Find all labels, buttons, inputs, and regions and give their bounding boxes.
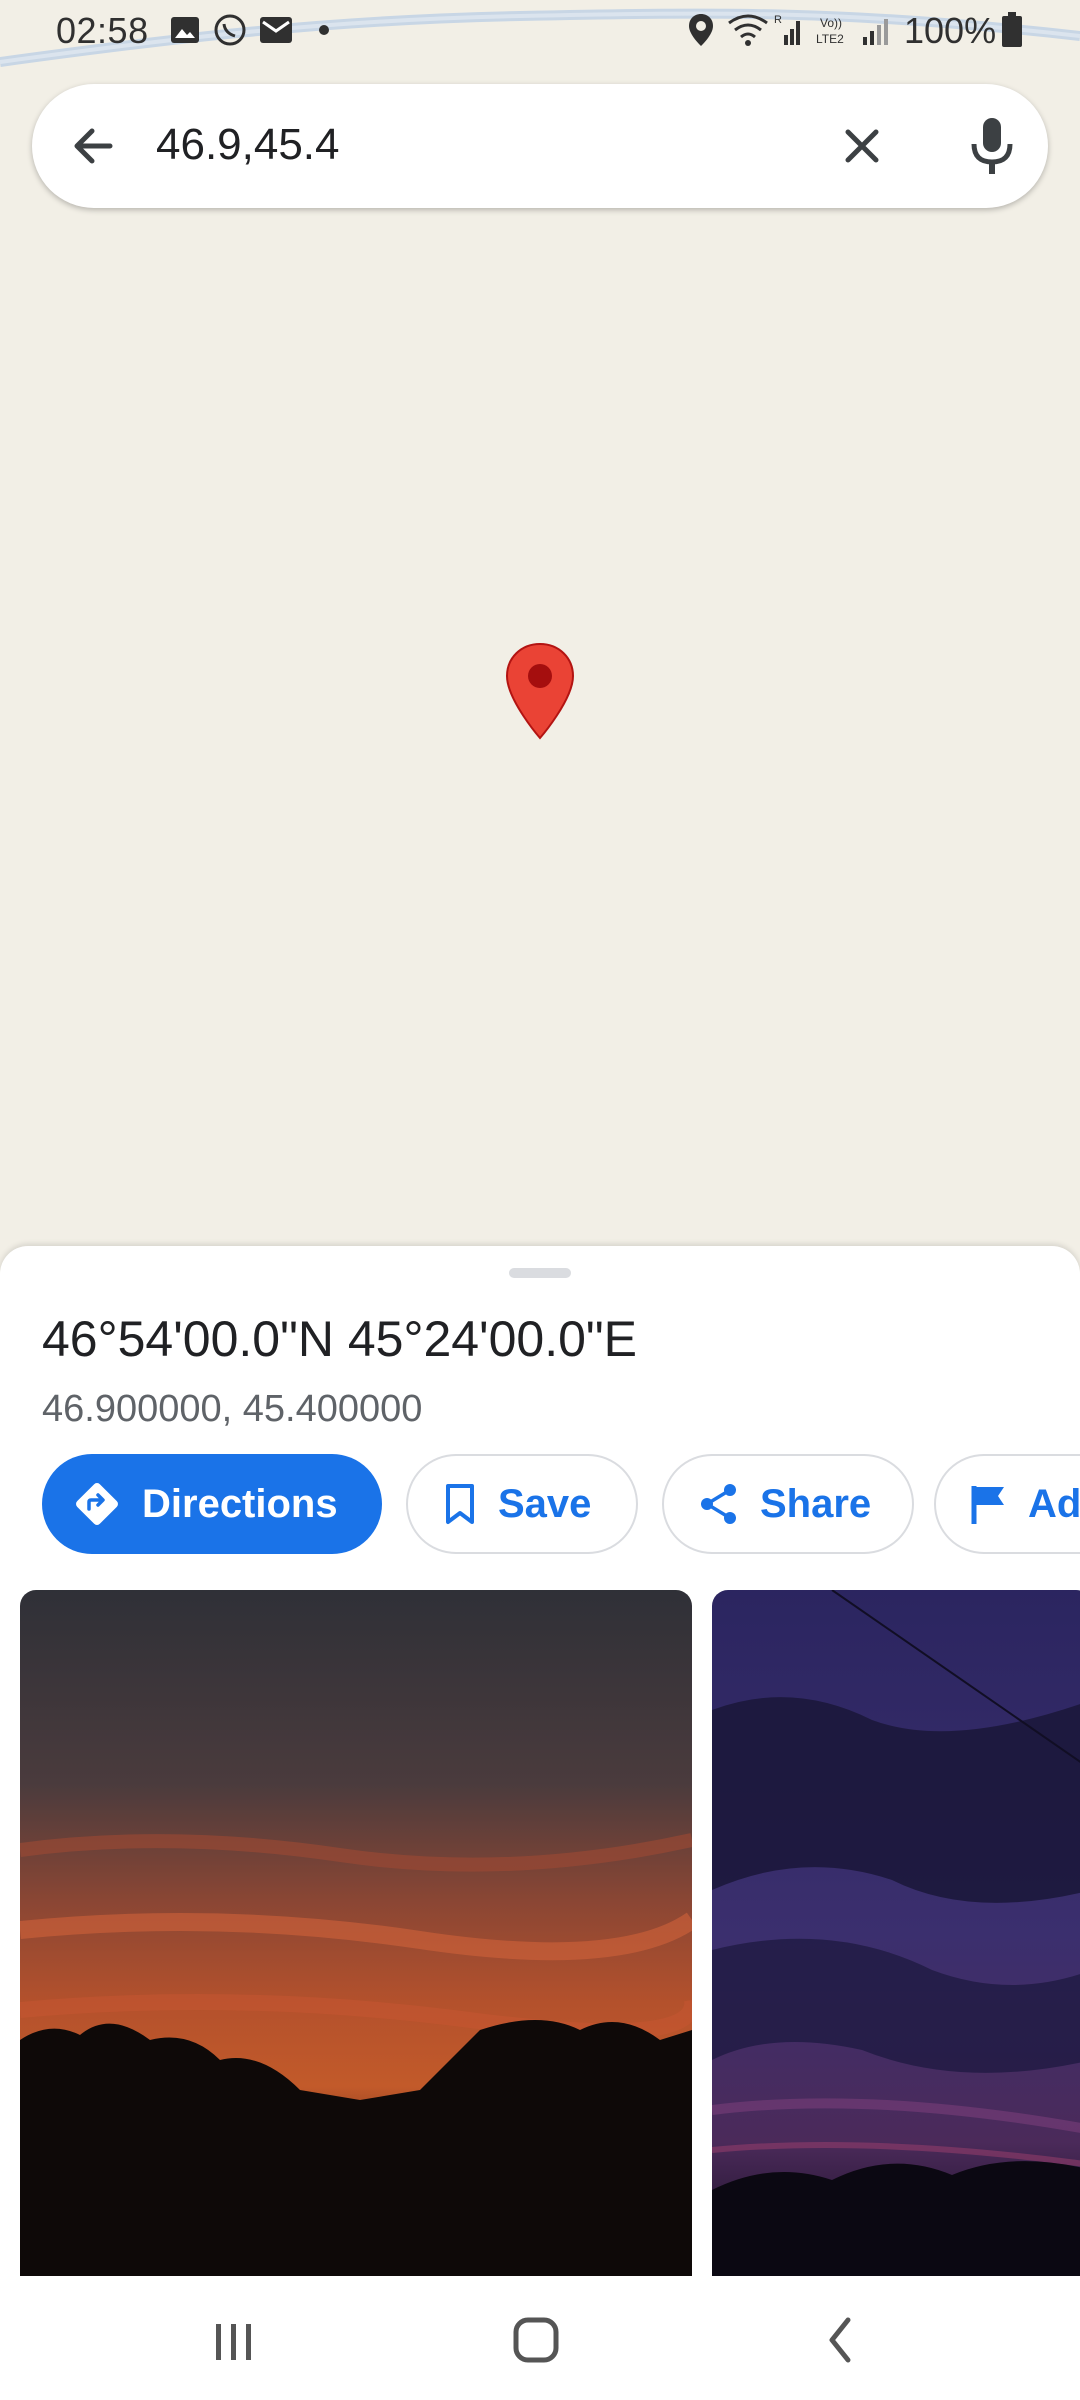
night-sky-photo[interactable]: [712, 1590, 1080, 2276]
place-sheet[interactable]: 46°54'00.0"N 45°24'00.0"E 46.900000, 45.…: [0, 1246, 1080, 2276]
photo-carousel[interactable]: [0, 1590, 1080, 2276]
signal-icon: R: [774, 12, 804, 48]
battery-icon: [1000, 12, 1024, 48]
system-nav-bar: [0, 2276, 1080, 2400]
gallery-icon: [168, 12, 202, 48]
volte-lte2-icon: Vo)) LTE2: [816, 12, 856, 48]
location-icon: [686, 12, 716, 48]
wifi-icon: [726, 12, 770, 48]
directions-icon: [76, 1483, 118, 1525]
svg-text:Vo)): Vo)): [820, 16, 842, 30]
whatsapp-icon: [212, 12, 248, 48]
mail-icon: [258, 12, 294, 48]
save-label: Save: [498, 1481, 592, 1526]
nav-back-icon[interactable]: [800, 2306, 880, 2370]
save-button[interactable]: Save: [406, 1454, 638, 1554]
status-bar: 02:58 R Vo)) LTE2 100%: [0, 0, 1080, 62]
svg-text:LTE2: LTE2: [816, 32, 844, 46]
flag-icon: [971, 1486, 1004, 1524]
share-label: Share: [760, 1481, 872, 1526]
directions-button[interactable]: Directions: [42, 1454, 382, 1554]
sunset-photo[interactable]: [20, 1590, 692, 2276]
close-icon[interactable]: [834, 118, 890, 174]
bookmark-icon: [446, 1484, 474, 1524]
search-bar[interactable]: 46.9,45.4: [32, 84, 1048, 208]
svg-text:R: R: [774, 14, 782, 26]
place-title: 46°54'00.0"N 45°24'00.0"E: [42, 1311, 638, 1367]
place-coordinates: 46.900000, 45.400000: [42, 1388, 423, 1430]
add-label: Ad: [1028, 1481, 1080, 1526]
directions-label: Directions: [142, 1481, 338, 1526]
arrow-back-icon[interactable]: [66, 118, 122, 174]
add-label-button[interactable]: Ad: [934, 1454, 1080, 1554]
status-time: 02:58: [56, 10, 149, 51]
dot-icon: [318, 12, 330, 48]
search-input[interactable]: 46.9,45.4: [156, 120, 340, 170]
recents-icon[interactable]: [194, 2306, 274, 2370]
sheet-drag-handle[interactable]: [509, 1268, 571, 1278]
share-icon: [701, 1484, 736, 1524]
home-icon[interactable]: [496, 2306, 576, 2370]
action-chips: Directions Save Share Ad: [42, 1454, 1080, 1558]
signal2-icon: [860, 12, 894, 48]
mic-icon[interactable]: [964, 114, 1020, 178]
battery-percent: 100%: [904, 10, 997, 51]
share-button[interactable]: Share: [662, 1454, 914, 1554]
map-pin-icon[interactable]: [505, 642, 575, 742]
